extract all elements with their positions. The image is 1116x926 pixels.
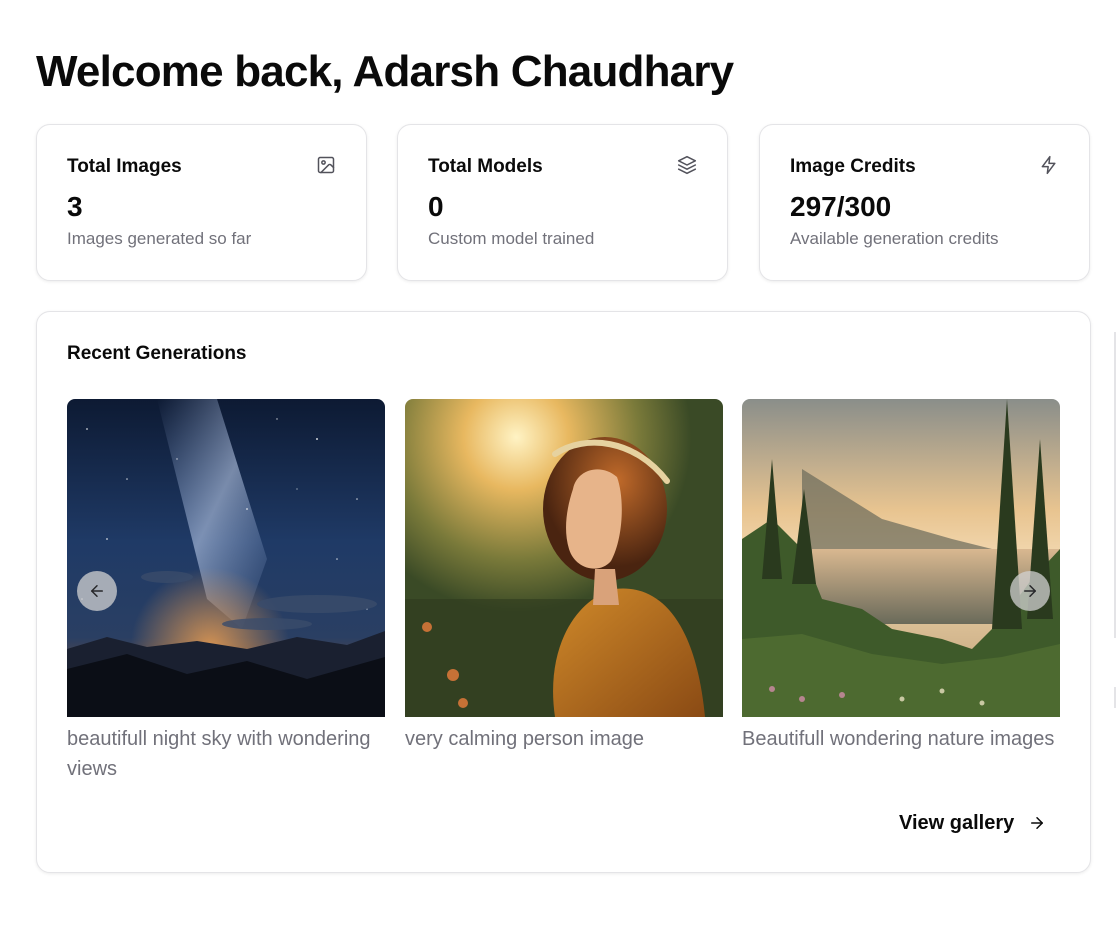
stat-description: Custom model trained (428, 229, 595, 248)
carousel-next-button[interactable] (1010, 571, 1050, 611)
stats-row: Total Images 3 Images generated so far T… (36, 124, 1090, 281)
view-gallery-label: View gallery (899, 811, 1015, 834)
view-gallery-link[interactable]: View gallery (899, 809, 1046, 837)
arrow-left-icon (91, 585, 103, 597)
carousel-prev-button[interactable] (77, 571, 117, 611)
stat-label: Total Models (428, 156, 543, 177)
stat-value: 297/300 (790, 191, 892, 222)
generation-image-night-sky[interactable] (67, 399, 385, 717)
dashboard-page: Welcome back, Adarsh Chaudhary Total Ima… (0, 0, 1116, 926)
recent-generations-card: Recent Generations beautifull night sky … (36, 311, 1091, 873)
stat-card-total-models: Total Models 0 Custom model trained (397, 124, 728, 281)
generation-image-person[interactable] (405, 399, 723, 717)
section-title: Recent Generations (67, 343, 247, 364)
image-icon (316, 155, 336, 175)
stat-label: Image Credits (790, 156, 916, 177)
stat-label: Total Images (67, 156, 182, 177)
generation-caption: very calming person image (405, 728, 644, 750)
stat-value: 3 (67, 191, 83, 222)
arrow-right-icon (1028, 814, 1046, 832)
stat-card-total-images: Total Images 3 Images generated so far (36, 124, 367, 281)
stat-value: 0 (428, 191, 444, 222)
arrow-right-icon (1024, 585, 1036, 597)
generation-caption: Beautifull wondering nature images (742, 728, 1055, 750)
zap-icon (1039, 155, 1059, 175)
generation-image-nature[interactable] (742, 399, 1060, 717)
generation-caption: beautifull night sky with wondering view… (67, 728, 371, 780)
stat-description: Images generated so far (67, 229, 252, 248)
stat-card-image-credits: Image Credits 297/300 Available generati… (759, 124, 1090, 281)
page-title: Welcome back, Adarsh Chaudhary (36, 47, 734, 96)
stat-description: Available generation credits (790, 229, 999, 248)
layers-icon (677, 155, 697, 175)
